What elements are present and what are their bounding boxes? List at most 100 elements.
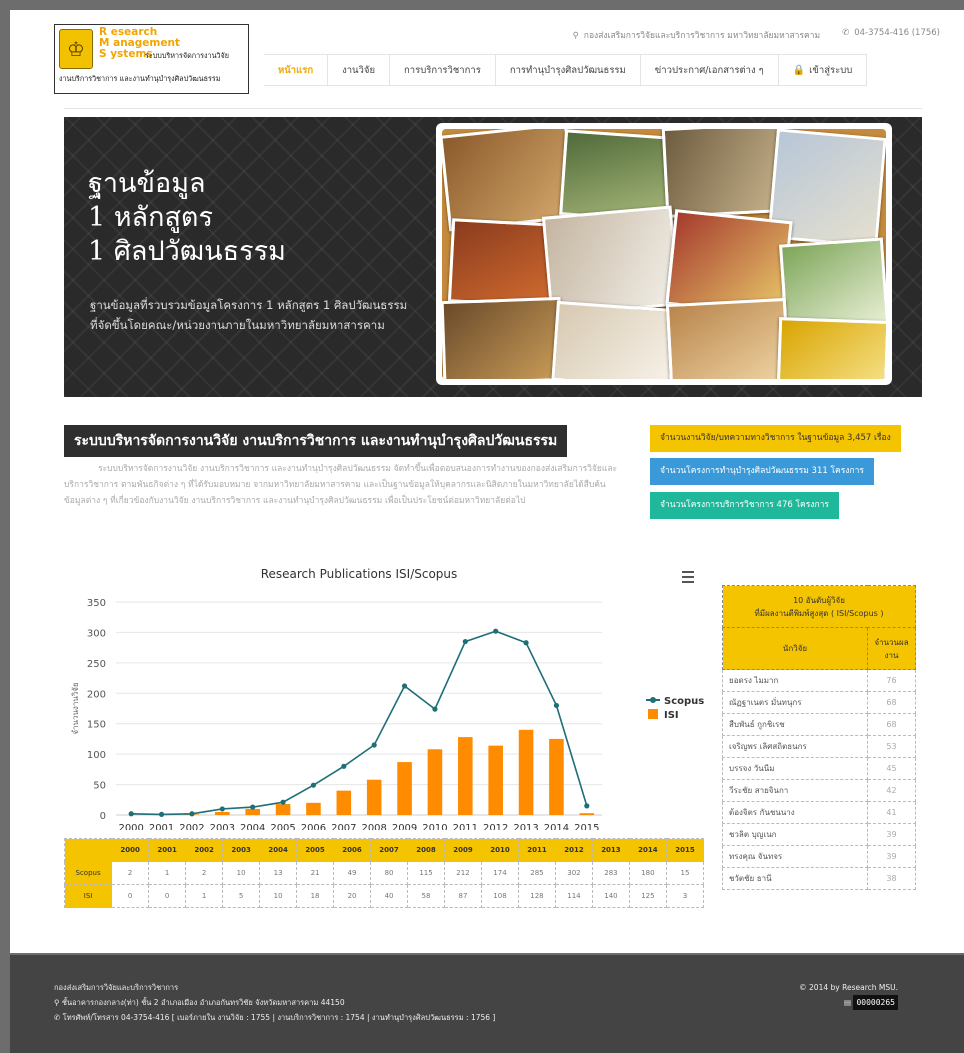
collage-photo	[776, 317, 886, 379]
top10-caption-row: 10 อันดับผู้วิจัย ที่มีผลงานตีพิมพ์สูงสุ…	[722, 585, 916, 628]
legend-isi-marker	[648, 709, 658, 719]
footer-address-line: ⚲ ชั้นอาคารกองกลาง(ท่า) ชั้น 2 อำเภอเมือ…	[54, 995, 495, 1010]
visitor-counter: 00000265	[853, 995, 898, 1010]
isi-bar	[579, 813, 595, 815]
data-table-year: 2006	[333, 838, 372, 862]
isi-bar	[427, 749, 443, 815]
data-table-cell: 10	[222, 861, 261, 885]
stat-service-count-button[interactable]: จำนวนโครงการบริการวิชาการ 476 โครงการ	[650, 492, 839, 519]
data-table-cell: 212	[444, 861, 482, 885]
collage-photo	[661, 129, 787, 219]
top10-row[interactable]: ณัฏฐาเนตร มั่นทนุกร 68	[722, 691, 916, 714]
researcher-name: ณัฏฐาเนตร มั่นทนุกร	[722, 691, 868, 714]
scopus-point	[128, 811, 134, 817]
data-table-cell: 114	[554, 884, 593, 908]
scopus-point	[371, 742, 377, 748]
chart-menu-hamburger-icon[interactable]	[682, 571, 694, 583]
data-table-cell: 15	[665, 861, 705, 885]
data-table-header-row: 2000 2001 2002 2003 2004 2005 2006 2007 2008 2009…	[63, 838, 705, 862]
collage-photo	[665, 297, 791, 379]
top10-row[interactable]: สืบพันธ์ กูกชิเรช 68	[722, 713, 916, 736]
page: ♔ R esearch M anagement S ystems ระบบบริ…	[10, 10, 964, 953]
nav-login[interactable]: 🔒 เข้าสู่ระบบ	[779, 55, 868, 85]
data-table-year: 2014	[628, 838, 667, 862]
top10-row[interactable]: ทรงคุณ จันทจร 39	[722, 845, 916, 868]
y-tick-label: 0	[100, 811, 106, 822]
top10-caption-line: 10 อันดับผู้วิจัย	[793, 595, 845, 605]
data-table-row: Scopus 2 1 2 10 13 21 49 80 115 212 174 285 302 283 180…	[63, 861, 705, 885]
researcher-name: บรรจง วันนีม	[722, 757, 868, 780]
top10-row[interactable]: ชวลิต บุญเนก 39	[722, 823, 916, 846]
phone-text: 04-3754-416 (1756)	[854, 28, 940, 38]
top10-row[interactable]: เจริญพร เลิศสถิตธนกร 53	[722, 735, 916, 758]
y-tick-label: 150	[87, 720, 106, 731]
nav-news[interactable]: ข่าวประกาศ/เอกสารต่าง ๆ	[641, 55, 779, 85]
data-table-cell: 2	[185, 861, 224, 885]
isi-bar	[215, 811, 230, 815]
data-table-year: 2002	[185, 838, 224, 862]
scopus-point	[432, 706, 438, 712]
researcher-name: ยอดรง ไมมาก	[722, 669, 868, 692]
data-table-year: 2003	[222, 838, 261, 862]
x-tick-label: 2011	[453, 823, 478, 830]
header-divider	[64, 108, 922, 109]
scopus-point	[553, 702, 560, 709]
chart-svg: Research Publications ISI/Scopus 0 50 100 15…	[71, 567, 704, 834]
isi-bar	[306, 802, 321, 815]
main-nav: หน้าแรก งานวิจัย การบริการวิชาการ การทำน…	[264, 54, 868, 86]
isi-bar	[336, 790, 352, 815]
nav-academic-service[interactable]: การบริการวิชาการ	[390, 55, 496, 85]
x-tick-label: 2005	[270, 823, 295, 830]
publication-count: 68	[867, 691, 916, 714]
university-emblem-icon: ♔	[59, 29, 93, 69]
y-axis-label: จำนวนงานวิจัย	[71, 682, 80, 734]
y-tick-label: 250	[87, 659, 106, 670]
nav-home[interactable]: หน้าแรก	[264, 55, 329, 85]
publication-count: 53	[867, 735, 916, 758]
banner-headline-line: ฐานข้อมูล	[88, 168, 206, 199]
data-table-cell: 283	[591, 861, 630, 885]
data-table-cell: 21	[296, 861, 335, 885]
x-tick-label: 2006	[301, 823, 326, 830]
top-info-bar: ⚲ กองส่งเสริมการวิจัยและบริการวิชาการ มหา…	[573, 28, 940, 42]
nav-research[interactable]: งานวิจัย	[328, 55, 391, 85]
footer-right: © 2014 by Research MSU. ▤ 00000265	[799, 980, 898, 1010]
data-table-cell: 302	[554, 861, 593, 885]
scopus-point	[310, 782, 317, 788]
publications-data-table: 2000 2001 2002 2003 2004 2005 2006 2007 2008 2009…	[63, 838, 705, 908]
phone-info: ✆ 04-3754-416 (1756)	[842, 28, 940, 42]
data-table-year: 2011	[517, 838, 556, 862]
top10-row[interactable]: ชวัตชัย ธานี 38	[722, 867, 916, 890]
legend-scopus-marker	[650, 697, 656, 703]
top10-row[interactable]: ยอดรง ไมมาก 76	[722, 669, 916, 692]
isi-bar	[397, 762, 412, 815]
counter-icon: ▤	[843, 998, 854, 1007]
x-tick-label: 2002	[179, 823, 204, 830]
top10-row[interactable]: บรรจง วันนีม 45	[722, 757, 916, 780]
site-logo[interactable]: ♔ R esearch M anagement S ystems ระบบบริ…	[54, 24, 249, 94]
data-table-cell: 10	[259, 884, 298, 908]
phone-icon: ✆	[842, 28, 850, 38]
stat-research-count-button[interactable]: จำนวนงานวิจัย/บทความทางวิชาการ ในฐานข้อม…	[650, 425, 901, 452]
stat-culture-count-button[interactable]: จำนวนโครงการทำนุบำรุงศิลปวัฒนธรรม 311 โค…	[650, 458, 874, 485]
legend-isi-label: ISI	[664, 710, 679, 721]
scopus-point	[280, 799, 286, 805]
data-table-cell: 18	[296, 884, 335, 908]
top10-row[interactable]: วีระชัย สายจินกา 42	[722, 779, 916, 802]
top10-caption-line: ที่มีผลงานตีพิมพ์สูงสุด ( ISI/Scopus )	[754, 608, 884, 618]
nav-culture[interactable]: การทำนุบำรุงศิลปวัฒนธรรม	[496, 55, 641, 85]
data-table-cell: 285	[517, 861, 556, 885]
data-table-cell: 1	[148, 861, 187, 885]
x-tick-label: 2008	[361, 823, 386, 830]
researcher-name: วีระชัย สายจินกา	[722, 779, 868, 802]
data-table-cell: 87	[444, 884, 482, 908]
chart-title: Research Publications ISI/Scopus	[261, 567, 458, 581]
scopus-point	[401, 683, 408, 689]
data-table-cell: 180	[628, 861, 667, 885]
section-description: ระบบบริหารจัดการงานวิจัย งานบริการวิชากา…	[64, 464, 618, 506]
y-tick-label: 100	[87, 750, 106, 761]
phone-icon: ✆	[54, 1013, 63, 1022]
top10-row[interactable]: ต้องจิตร กันชนนาง 41	[722, 801, 916, 824]
data-table-cell: 108	[480, 884, 519, 908]
researcher-name: ชวลิต บุญเนก	[722, 823, 868, 846]
